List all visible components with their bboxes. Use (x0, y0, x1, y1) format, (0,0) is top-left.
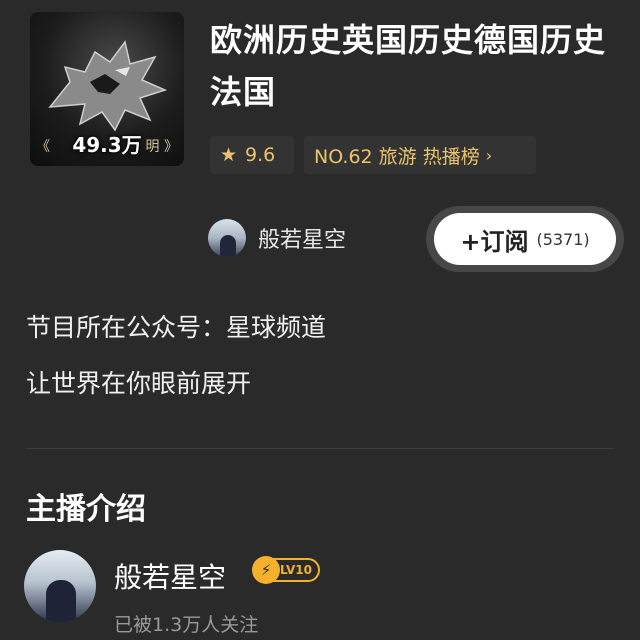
level-icon: ⚡ (252, 556, 280, 584)
star-icon: ★ (220, 144, 238, 166)
subscribe-button[interactable]: +订阅 (5371) (426, 206, 624, 272)
divider (26, 448, 614, 449)
host-name[interactable]: 般若星空 (114, 556, 226, 596)
level-text: LV10 (280, 563, 312, 577)
level-badge: ⚡ LV10 (252, 556, 320, 584)
subscribe-label: +订阅 (460, 227, 529, 256)
play-count: 49.3万 (72, 133, 142, 157)
rank-label: NO.62 旅游 热播榜 (314, 145, 480, 168)
rating-value: 9.6 (245, 144, 276, 166)
subscribe-button-inner: +订阅 (5371) (434, 213, 616, 265)
album-description: 节目所在公众号：星球频道 让世界在你眼前展开 (26, 300, 616, 412)
chevron-right-icon: › (485, 145, 493, 165)
album-title: 欧洲历史英国历史德国历史法国 (210, 21, 607, 111)
author-name: 般若星空 (258, 228, 347, 253)
album-cover[interactable]: 《 明 》 49.3万 (30, 12, 184, 166)
host-section-title: 主播介绍 (26, 492, 146, 527)
author-row[interactable]: 般若星空 (208, 218, 346, 258)
subscribe-count: (5371) (536, 229, 590, 249)
follower-count: 已被1.3万人关注 (114, 614, 259, 636)
rank-link[interactable]: NO.62 旅游 热播榜 › (304, 136, 536, 174)
author-avatar (208, 219, 246, 257)
rating-badge: ★ 9.6 (210, 136, 294, 174)
description-line-2: 让世界在你眼前展开 (26, 369, 252, 398)
description-line-1: 节目所在公众号：星球频道 (26, 313, 327, 342)
host-avatar[interactable] (24, 550, 96, 622)
